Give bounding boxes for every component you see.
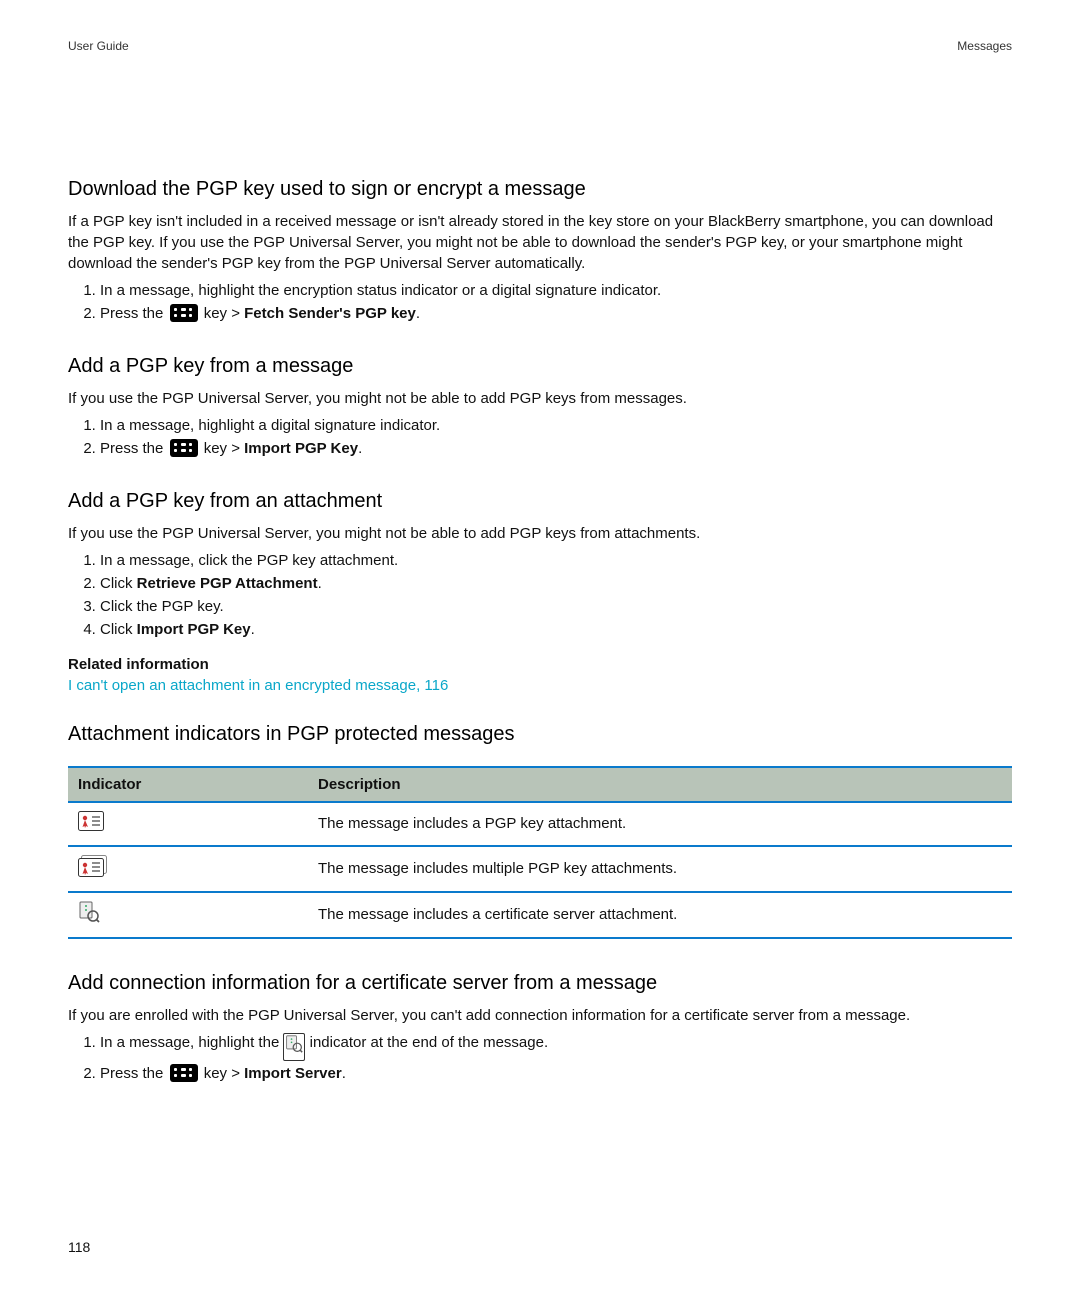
step-text-bold: Import PGP Key [137,621,251,638]
step-text-bold: Retrieve PGP Attachment [137,575,318,592]
step: In a message, highlight the indicator at… [100,1032,1012,1061]
step-text: In a message, highlight the [100,1034,283,1051]
step-text: Press the [100,305,168,322]
header-left: User Guide [68,38,129,55]
para-download-pgp: If a PGP key isn't included in a receive… [68,211,1012,274]
para-add-connection: If you are enrolled with the PGP Univers… [68,1005,1012,1026]
steps-download-pgp: In a message, highlight the encryption s… [68,280,1012,324]
heading-download-pgp: Download the PGP key used to sign or enc… [68,175,1012,203]
indicators-table: Indicator Description [68,766,1012,939]
table-header-row: Indicator Description [68,767,1012,802]
blackberry-menu-key-icon [170,304,198,322]
step-text-bold: Import PGP Key [244,440,358,457]
step: In a message, click the PGP key attachme… [100,550,1012,571]
step-text: key > [204,1065,244,1082]
blackberry-menu-key-icon [170,1064,198,1082]
table-row: The message includes multiple PGP key at… [68,846,1012,892]
step: Click Import PGP Key. [100,619,1012,640]
step-text: . [416,305,420,322]
multiple-pgp-key-attachment-icon [78,855,108,883]
page-number: 118 [68,1238,90,1258]
document-page: User Guide Messages Download the PGP key… [0,0,1080,1296]
steps-add-from-attachment: In a message, click the PGP key attachme… [68,550,1012,640]
step: Click Retrieve PGP Attachment. [100,573,1012,594]
blackberry-menu-key-icon [170,439,198,457]
col-description: Description [308,767,1012,802]
step-text: . [251,621,255,638]
step-text: . [342,1065,346,1082]
certificate-server-indicator-icon [283,1033,305,1061]
header-right: Messages [957,38,1012,55]
step: Press the key > Import Server. [100,1063,1012,1084]
para-add-from-attachment: If you use the PGP Universal Server, you… [68,523,1012,544]
steps-add-connection: In a message, highlight the indicator at… [68,1032,1012,1084]
step-text: Press the [100,440,168,457]
col-indicator: Indicator [68,767,308,802]
step-text: key > [204,305,244,322]
step: Click the PGP key. [100,596,1012,617]
step-text: Press the [100,1065,168,1082]
indicator-cell [68,802,308,846]
heading-indicators: Attachment indicators in PGP protected m… [68,720,1012,748]
step-text: . [318,575,322,592]
related-link[interactable]: I can't open an attachment in an encrypt… [68,677,448,694]
step-text-bold: Import Server [244,1065,342,1082]
step-text: Click [100,575,137,592]
steps-add-from-message: In a message, highlight a digital signat… [68,415,1012,459]
page-header: User Guide Messages [68,38,1012,55]
step-text: indicator at the end of the message. [310,1034,548,1051]
step-text: Click [100,621,137,638]
step: In a message, highlight a digital signat… [100,415,1012,436]
step-text: . [358,440,362,457]
related-info-heading: Related information [68,654,1012,675]
description-cell: The message includes multiple PGP key at… [308,846,1012,892]
step: In a message, highlight the encryption s… [100,280,1012,301]
step: Press the key > Fetch Sender's PGP key. [100,303,1012,324]
heading-add-from-attachment: Add a PGP key from an attachment [68,487,1012,515]
pgp-key-attachment-icon [78,811,104,837]
table-row: The message includes a certificate serve… [68,892,1012,938]
indicator-cell [68,846,308,892]
indicator-cell [68,892,308,938]
heading-add-connection: Add connection information for a certifi… [68,969,1012,997]
description-cell: The message includes a certificate serve… [308,892,1012,938]
table-row: The message includes a PGP key attachmen… [68,802,1012,846]
step-text-bold: Fetch Sender's PGP key [244,305,416,322]
para-add-from-message: If you use the PGP Universal Server, you… [68,388,1012,409]
step: Press the key > Import PGP Key. [100,438,1012,459]
step-text: key > [204,440,244,457]
heading-add-from-message: Add a PGP key from a message [68,352,1012,380]
certificate-server-attachment-icon [78,901,100,929]
description-cell: The message includes a PGP key attachmen… [308,802,1012,846]
